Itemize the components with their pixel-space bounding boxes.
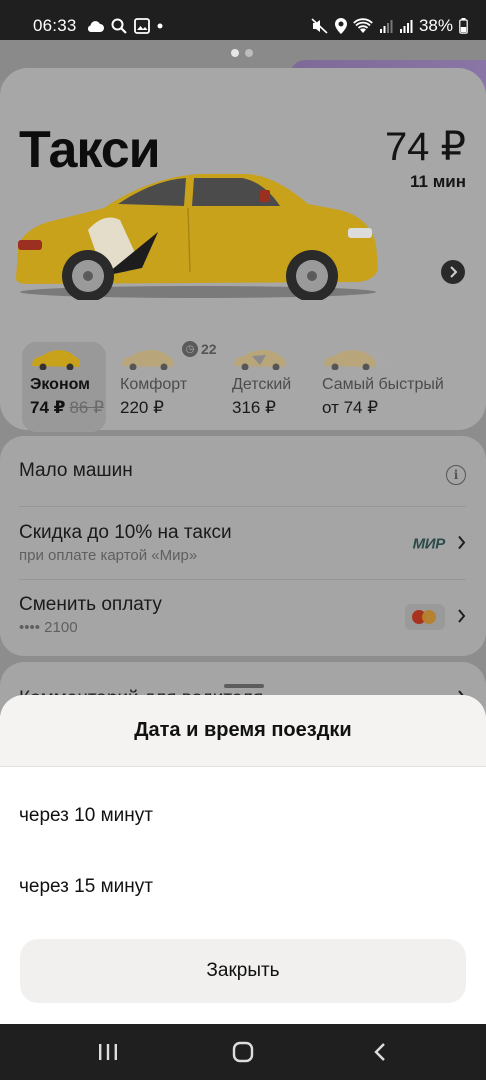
status-time: 06:33 xyxy=(33,16,77,35)
divider xyxy=(19,506,466,507)
divider xyxy=(19,579,466,580)
wait-badge: ◷ 22 xyxy=(182,341,217,357)
back-icon[interactable] xyxy=(360,1038,400,1066)
option-in-10-minutes[interactable]: через 10 минут xyxy=(19,805,153,827)
sheet-title: Дата и время поездки xyxy=(134,719,352,741)
trip-price: 74 ₽ xyxy=(384,125,466,169)
car-thumbnail-icon xyxy=(122,350,174,370)
chevron-right-icon xyxy=(457,607,466,628)
battery-text: 38% xyxy=(418,16,453,35)
tariff-price: 220 ₽ xyxy=(120,398,164,417)
tariff-price-current: 74 ₽ xyxy=(30,398,66,417)
next-arrow-button[interactable] xyxy=(441,260,465,284)
tariff-economy[interactable]: Эконом 74 ₽86 ₽ xyxy=(22,342,106,432)
chevron-right-icon xyxy=(457,534,466,555)
option-in-15-minutes[interactable]: через 15 минут xyxy=(19,876,153,898)
trip-eta: 11 мин xyxy=(410,172,466,191)
tariff-selector: Эконом 74 ₽86 ₽ ◷ 22 Комфорт 220 ₽ Детски… xyxy=(22,341,486,432)
mute-icon xyxy=(311,18,329,34)
chevron-right-icon xyxy=(450,266,458,278)
trip-options-card: Мало машин i Скидка до 10% на такси при … xyxy=(0,436,486,656)
signal-icon xyxy=(379,18,393,34)
tariff-name: Эконом xyxy=(30,376,91,393)
sheet-header: Дата и время поездки xyxy=(0,695,486,767)
system-nav-bar xyxy=(0,1024,486,1080)
discount-title: Скидка до 10% на такси xyxy=(19,522,232,543)
tariff-name: Детский xyxy=(232,376,292,393)
recent-apps-icon[interactable] xyxy=(88,1038,128,1066)
tariff-name: Комфорт xyxy=(120,376,188,393)
taxi-car-image xyxy=(16,174,378,300)
close-button[interactable]: Закрыть xyxy=(20,939,466,1003)
car-thumbnail-icon xyxy=(32,350,80,370)
tariff-price: 74 ₽86 ₽ xyxy=(30,398,104,418)
pager-dots xyxy=(231,49,253,57)
tariff-price: 316 ₽ xyxy=(232,398,276,417)
change-payment-row[interactable]: Сменить оплату •••• 2100 xyxy=(19,594,466,640)
location-icon xyxy=(334,18,347,34)
car-thumbnail-icon xyxy=(324,350,392,370)
trip-time-sheet: Дата и время поездки через 10 минут чере… xyxy=(0,695,486,1024)
dot-icon xyxy=(157,23,163,29)
info-icon[interactable]: i xyxy=(446,465,466,485)
discount-subtitle: при оплате картой «Мир» xyxy=(19,547,198,564)
tariff-child[interactable]: Детский 316 ₽ xyxy=(224,342,316,432)
discount-row[interactable]: Скидка до 10% на такси при оплате картой… xyxy=(19,522,466,566)
few-cars-row[interactable]: Мало машин i xyxy=(19,460,466,490)
image-icon xyxy=(133,18,150,34)
wifi-icon xyxy=(353,18,373,34)
mastercard-icon xyxy=(405,604,445,630)
search-icon xyxy=(111,18,127,34)
tariff-fastest[interactable]: Самый быстрый от 74 ₽ xyxy=(314,342,464,432)
payment-card-number: •••• 2100 xyxy=(19,619,78,636)
mir-logo: МИР xyxy=(412,535,446,553)
wait-badge-count: 22 xyxy=(201,341,217,357)
tariff-price: от 74 ₽ xyxy=(322,398,379,417)
cloud-icon xyxy=(86,19,104,33)
tariff-price-old: 86 ₽ xyxy=(69,398,104,417)
clock-icon: ◷ xyxy=(182,341,198,357)
signal-icon xyxy=(399,18,413,34)
tariff-name: Самый быстрый xyxy=(322,376,444,393)
tariff-comfort[interactable]: ◷ 22 Комфорт 220 ₽ xyxy=(112,341,222,432)
car-thumbnail-icon xyxy=(234,350,286,370)
payment-title: Сменить оплату xyxy=(19,594,162,615)
few-cars-label: Мало машин xyxy=(19,460,133,481)
tariff-card: Такси 74 ₽ 11 мин Эконом 74 ₽86 ₽ ◷ 22 К… xyxy=(0,68,486,432)
home-icon[interactable] xyxy=(223,1038,263,1066)
battery-icon xyxy=(459,18,468,34)
